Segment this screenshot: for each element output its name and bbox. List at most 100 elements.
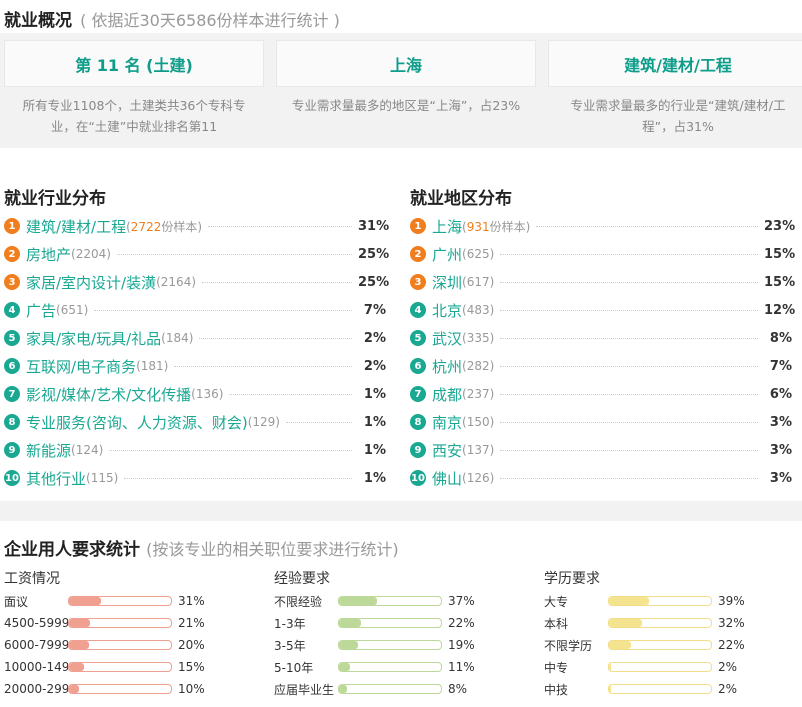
region-name-link[interactable]: 南京	[432, 412, 462, 433]
requirement-row: 中专 2%	[544, 656, 802, 678]
sample-count: (137)	[462, 443, 495, 457]
sample-count: (129)	[247, 415, 280, 429]
rank-percent: 25%	[358, 274, 390, 290]
requirement-percent: 8%	[448, 682, 468, 696]
progress-fill	[609, 619, 642, 627]
progress-bar	[68, 640, 172, 650]
industry-name-link[interactable]: 新能源	[26, 440, 71, 461]
progress-bar	[68, 596, 172, 606]
requirement-label: 6000-7999	[4, 638, 68, 652]
region-name-link[interactable]: 武汉	[432, 328, 462, 349]
rank-percent: 12%	[764, 302, 796, 318]
overview-card-value: 上海	[276, 40, 536, 87]
requirement-label: 大专	[544, 594, 569, 609]
requirement-label: 本科	[544, 616, 569, 631]
industry-name-link[interactable]: 互联网/电子商务	[26, 356, 136, 377]
requirement-row: 4500-5999 21%	[4, 612, 264, 634]
sample-count: (2164)	[156, 275, 197, 289]
sample-count: (136)	[191, 387, 224, 401]
rank-percent: 3%	[769, 414, 792, 430]
industry-title: 就业行业分布	[4, 189, 106, 209]
rank-badge: 4	[4, 302, 20, 318]
industry-row: 9 新能源 (124) 1%	[4, 436, 386, 464]
industry-row: 5 家具/家电/玩具/礼品 (184) 2%	[4, 324, 386, 352]
dotted-leader	[500, 365, 758, 367]
requirement-row: 3-5年 19%	[274, 634, 534, 656]
industry-name-link[interactable]: 房地产	[26, 244, 71, 265]
rank-badge: 5	[410, 330, 426, 346]
dotted-leader	[229, 393, 352, 395]
industry-list: 1 建筑/建材/工程 (2722份样本) 31% 2 房地产 (2204) 25% 3 家居/室内…	[4, 212, 390, 492]
industry-name-link[interactable]: 其他行业	[26, 468, 86, 489]
industry-name-link[interactable]: 家居/室内设计/装潢	[26, 272, 156, 293]
progress-fill	[339, 641, 359, 649]
industry-name-link[interactable]: 家具/家电/玩具/礼品	[26, 328, 161, 349]
requirement-percent: 10%	[178, 682, 205, 696]
progress-bar	[338, 618, 442, 628]
dotted-leader	[286, 421, 352, 423]
rank-percent: 8%	[769, 330, 792, 346]
requirement-row: 应届毕业生 8%	[274, 678, 534, 700]
requirement-row: 不限学历 22%	[544, 634, 802, 656]
overview-title: 就业概况	[4, 11, 72, 31]
requirement-row: 大专 39%	[544, 590, 802, 612]
region-name-link[interactable]: 广州	[432, 244, 462, 265]
requirement-label: 面议	[4, 594, 29, 609]
rank-percent: 2%	[363, 330, 386, 346]
rank-badge: 8	[4, 414, 20, 430]
dotted-leader	[202, 281, 352, 283]
requirement-percent: 31%	[178, 594, 205, 608]
sample-count: (237)	[462, 387, 495, 401]
rank-percent: 23%	[764, 218, 796, 234]
overview-card-desc: 专业需求量最多的地区是“上海”，占23%	[291, 98, 521, 113]
region-name-link[interactable]: 北京	[432, 300, 462, 321]
sample-count: (335)	[462, 331, 495, 345]
rank-badge: 1	[4, 218, 20, 234]
section-divider	[0, 501, 802, 521]
industry-name-link[interactable]: 建筑/建材/工程	[26, 216, 126, 237]
progress-bar	[338, 662, 442, 672]
column-title: 经验要求	[274, 571, 330, 587]
requirement-percent: 15%	[178, 660, 205, 674]
progress-bar	[608, 684, 712, 694]
overview-subtitle: ( 依据近30天6586份样本进行统计 )	[80, 11, 340, 30]
dotted-leader	[536, 225, 758, 227]
industry-name-link[interactable]: 专业服务(咨询、人力资源、财会)	[26, 412, 248, 433]
rank-percent: 15%	[764, 246, 796, 262]
industry-row: 3 家居/室内设计/装潢 (2164) 25%	[4, 268, 390, 296]
dotted-leader	[208, 225, 352, 227]
requirement-percent: 39%	[718, 594, 745, 608]
region-name-link[interactable]: 杭州	[432, 356, 462, 377]
region-name-link[interactable]: 成都	[432, 384, 462, 405]
dotted-leader	[116, 253, 352, 255]
industry-row: 1 建筑/建材/工程 (2722份样本) 31%	[4, 212, 389, 240]
requirement-row: 中技 2%	[544, 678, 802, 700]
rank-badge: 3	[4, 274, 20, 290]
region-name-link[interactable]: 佛山	[432, 468, 462, 489]
overview-card-region: 上海 专业需求量最多的地区是“上海”，占23%	[276, 40, 536, 116]
requirements-subtitle: (按该专业的相关职位要求进行统计)	[146, 540, 399, 559]
progress-bar	[68, 662, 172, 672]
industry-row: 6 互联网/电子商务 (181) 2%	[4, 352, 386, 380]
industry-name-link[interactable]: 广告	[26, 300, 56, 321]
rank-percent: 6%	[769, 386, 792, 402]
sample-count: (181)	[136, 359, 169, 373]
dotted-leader	[174, 365, 352, 367]
requirement-label: 10000-14999	[4, 660, 68, 674]
dotted-leader	[109, 449, 352, 451]
region-name-link[interactable]: 深圳	[432, 272, 462, 293]
region-name-link[interactable]: 上海	[432, 216, 462, 237]
requirement-percent: 11%	[448, 660, 475, 674]
region-row: 1 上海 (931份样本) 23%	[410, 212, 796, 240]
progress-bar	[68, 684, 172, 694]
rank-percent: 1%	[363, 386, 386, 402]
sample-count: (483)	[462, 303, 495, 317]
requirement-label: 20000-29999	[4, 682, 68, 696]
progress-fill	[69, 685, 80, 693]
rank-badge: 6	[4, 358, 20, 374]
rank-percent: 3%	[769, 470, 792, 486]
region-name-link[interactable]: 西安	[432, 440, 462, 461]
requirement-percent: 2%	[718, 682, 738, 696]
dotted-leader	[199, 337, 352, 339]
industry-name-link[interactable]: 影视/媒体/艺术/文化传播	[26, 384, 191, 405]
